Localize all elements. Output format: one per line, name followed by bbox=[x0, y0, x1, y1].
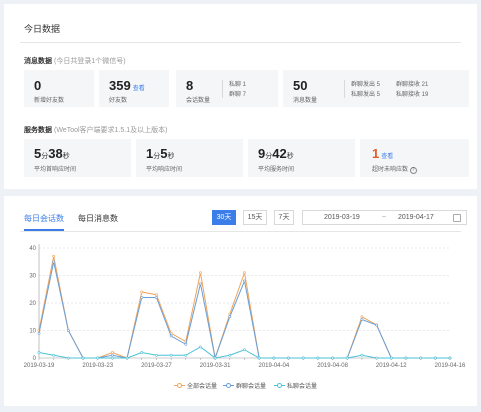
data-point bbox=[140, 290, 144, 294]
data-point bbox=[37, 331, 41, 335]
x-tick-label: 2019-04-12 bbox=[376, 363, 407, 369]
data-point bbox=[243, 348, 246, 352]
data-point bbox=[110, 351, 114, 354]
data-point bbox=[52, 254, 56, 258]
y-tick-label: 10 bbox=[29, 329, 36, 335]
data-point bbox=[257, 356, 261, 360]
data-point bbox=[375, 323, 379, 327]
data-point bbox=[419, 356, 423, 360]
data-point bbox=[52, 260, 56, 264]
data-point bbox=[272, 356, 276, 360]
data-point bbox=[37, 351, 41, 354]
data-point bbox=[81, 356, 85, 360]
series-line-1 bbox=[38, 261, 450, 360]
y-tick-label: 0 bbox=[33, 356, 37, 362]
x-tick-label: 2019-04-16 bbox=[435, 363, 466, 369]
legend-swatch bbox=[174, 383, 185, 389]
data-point bbox=[125, 356, 129, 360]
data-point bbox=[140, 296, 144, 299]
legend-label: 全部会话量 bbox=[187, 384, 218, 390]
x-tick-label: 2019-03-27 bbox=[141, 363, 172, 369]
data-point bbox=[301, 356, 305, 360]
data-point bbox=[243, 271, 246, 275]
data-point bbox=[404, 356, 408, 360]
data-point bbox=[228, 315, 232, 319]
data-point bbox=[389, 356, 393, 360]
data-point bbox=[96, 356, 100, 360]
data-point bbox=[345, 356, 349, 360]
legend-item-group[interactable]: 群聊会话量 bbox=[223, 381, 266, 390]
data-point bbox=[169, 334, 173, 338]
data-point bbox=[184, 342, 188, 346]
dashboard-page: 今日数据 消息数据 (今日共登录1个微信号) 0 新增好友数 359 查看 好友数 … bbox=[0, 0, 481, 412]
data-point bbox=[316, 356, 320, 360]
data-point bbox=[199, 345, 202, 349]
legend-swatch bbox=[274, 383, 285, 389]
x-tick-label: 2019-04-08 bbox=[317, 363, 348, 369]
data-point bbox=[169, 353, 173, 357]
data-point bbox=[52, 353, 56, 357]
y-tick-label: 20 bbox=[29, 301, 36, 307]
data-point bbox=[228, 353, 232, 357]
x-tick-label: 2019-03-19 bbox=[24, 363, 55, 369]
data-point bbox=[375, 356, 379, 360]
data-point bbox=[360, 353, 364, 357]
legend-label: 私聊会话量 bbox=[287, 384, 318, 390]
data-point bbox=[360, 318, 364, 321]
data-point bbox=[184, 353, 188, 357]
y-tick-label: 40 bbox=[29, 246, 36, 252]
legend-label: 群聊会话量 bbox=[236, 384, 267, 390]
legend-swatch bbox=[223, 383, 234, 389]
x-tick-label: 2019-03-31 bbox=[200, 363, 231, 369]
data-point bbox=[66, 329, 70, 332]
x-tick-label: 2019-03-23 bbox=[82, 363, 113, 369]
data-point bbox=[448, 356, 452, 360]
data-point bbox=[155, 296, 158, 299]
data-point bbox=[140, 351, 144, 354]
data-point bbox=[199, 282, 202, 286]
data-point bbox=[155, 353, 158, 357]
data-point bbox=[199, 271, 202, 275]
daily-sessions-chart: 0 10 20 30 40 2019-03-19 2019-03-23 2019-03-27 2… bbox=[24, 244, 466, 369]
data-point bbox=[110, 356, 114, 360]
legend-item-all[interactable]: 全部会话量 bbox=[174, 381, 217, 390]
legend-item-private[interactable]: 私聊会话量 bbox=[274, 381, 317, 390]
data-point bbox=[213, 356, 217, 360]
data-point bbox=[360, 315, 364, 319]
y-tick-label: 30 bbox=[29, 274, 36, 280]
data-point bbox=[155, 293, 158, 297]
data-point bbox=[287, 356, 290, 360]
x-tick-label: 2019-04-04 bbox=[259, 363, 290, 369]
data-point bbox=[433, 356, 437, 360]
data-point bbox=[331, 356, 334, 360]
data-point bbox=[243, 279, 246, 283]
data-point bbox=[110, 353, 114, 357]
data-point bbox=[66, 356, 70, 360]
